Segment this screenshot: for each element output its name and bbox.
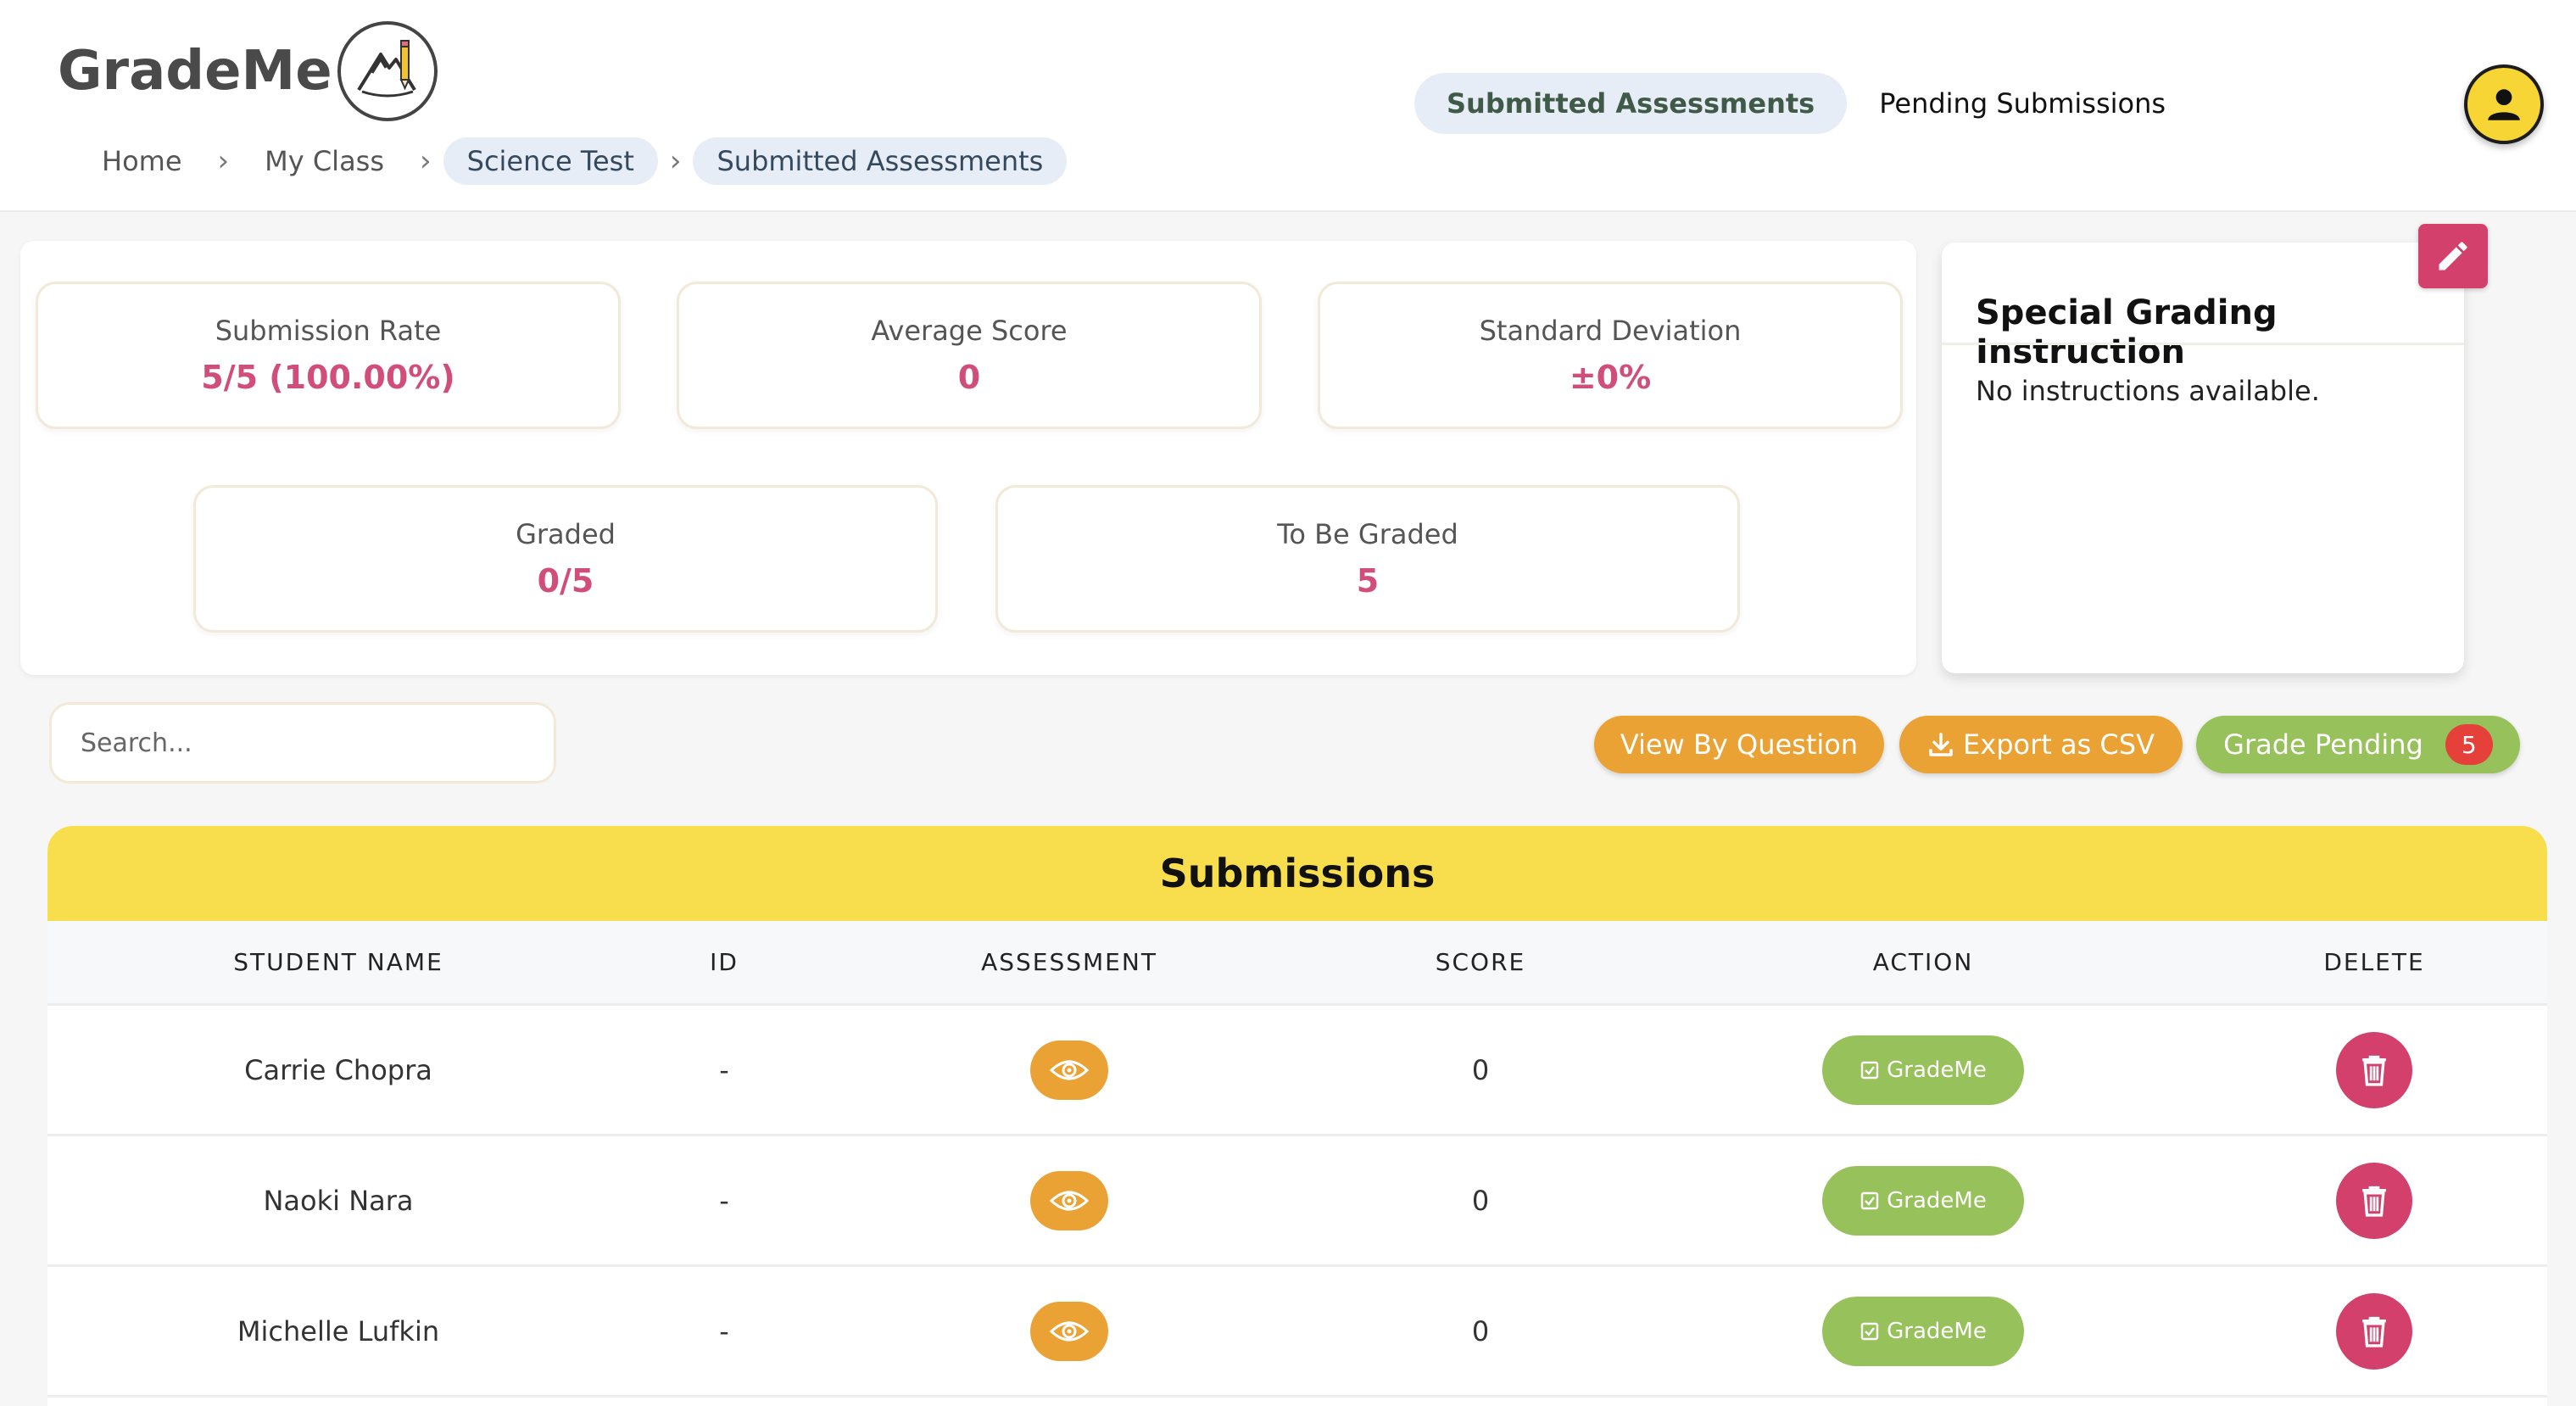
score: 0 — [1471, 1314, 1490, 1347]
stat-value: 0 — [957, 359, 981, 396]
user-avatar-button[interactable] — [2464, 64, 2544, 144]
export-csv-label: Export as CSV — [1963, 728, 2155, 761]
app-logo[interactable]: GradeMe — [58, 20, 438, 122]
col-id[interactable]: ID — [629, 948, 819, 976]
action-cell: GradeMe — [1642, 1165, 2205, 1236]
col-assessment[interactable]: ASSESSMENT — [819, 948, 1319, 976]
app-header: GradeMe Home › My Class › Science Test ›… — [0, 0, 2576, 212]
grademe-button[interactable]: GradeMe — [1822, 1165, 2024, 1236]
stat-label: Submission Rate — [215, 315, 442, 347]
checkbox-icon — [1860, 1061, 1879, 1079]
chevron-right-icon: › — [217, 144, 230, 178]
grademe-button[interactable]: GradeMe — [1822, 1035, 2024, 1105]
eye-icon — [1049, 1321, 1090, 1341]
col-score[interactable]: SCORE — [1319, 948, 1642, 976]
stat-submission-rate: Submission Rate 5/5 (100.00%) — [36, 282, 621, 429]
action-cell: GradeMe — [1642, 1296, 2205, 1366]
table-row: Carrie Chopra - 0 GradeMe — [47, 1006, 2547, 1136]
submissions-table: Submissions STUDENT NAME ID ASSESSMENT S… — [47, 826, 2547, 1406]
download-icon — [1929, 733, 1953, 756]
score: 0 — [1471, 1053, 1490, 1086]
stat-label: Standard Deviation — [1479, 315, 1742, 347]
assessment-cell — [819, 1170, 1319, 1230]
nav-tabs: Submitted Assessments Pending Submission… — [1414, 73, 2198, 134]
tab-pending-submissions[interactable]: Pending Submissions — [1847, 73, 2198, 134]
delete-cell — [2205, 1162, 2544, 1239]
trash-icon — [2362, 1316, 2386, 1347]
user-icon — [2488, 89, 2520, 120]
stat-average-score: Average Score 0 — [677, 282, 1262, 429]
delete-button[interactable] — [2336, 1031, 2412, 1108]
view-by-question-button[interactable]: View By Question — [1594, 716, 1884, 773]
stat-label: Average Score — [871, 315, 1068, 347]
col-student-name[interactable]: STUDENT NAME — [47, 948, 629, 976]
export-csv-button[interactable]: Export as CSV — [1899, 716, 2183, 773]
instructions-title: Special Grading Instruction — [1976, 293, 2278, 371]
delete-cell — [2205, 1031, 2544, 1108]
stats-panel: Submission Rate 5/5 (100.00%) Average Sc… — [20, 241, 1916, 675]
view-by-question-label: View By Question — [1620, 728, 1859, 761]
grademe-button[interactable]: GradeMe — [1822, 1296, 2024, 1366]
view-assessment-button[interactable] — [1030, 1040, 1108, 1100]
logo-text: GradeMe — [58, 40, 332, 103]
stat-value: ±0% — [1569, 359, 1652, 396]
trash-icon — [2362, 1186, 2386, 1217]
student-id: - — [719, 1053, 729, 1086]
grading-instructions-panel: Special Grading Instruction No instructi… — [1942, 243, 2464, 673]
breadcrumb-my-class[interactable]: My Class — [241, 137, 408, 185]
table-header: STUDENT NAME ID ASSESSMENT SCORE ACTION … — [47, 921, 2547, 1006]
stat-standard-deviation: Standard Deviation ±0% — [1318, 282, 1903, 429]
view-assessment-button[interactable] — [1030, 1170, 1108, 1230]
col-delete: DELETE — [2323, 948, 2425, 976]
breadcrumb-submitted-assessments[interactable]: Submitted Assessments — [693, 137, 1068, 185]
stat-to-be-graded: To Be Graded 5 — [995, 485, 1740, 633]
grade-pending-label: Grade Pending — [2223, 728, 2423, 761]
trash-icon — [2362, 1055, 2386, 1086]
stat-graded: Graded 0/5 — [193, 485, 938, 633]
student-name: Carrie Chopra — [244, 1053, 432, 1086]
tab-submitted-assessments[interactable]: Submitted Assessments — [1414, 73, 1848, 134]
score: 0 — [1471, 1184, 1490, 1217]
stat-label: To Be Graded — [1277, 518, 1458, 550]
stat-value: 5/5 (100.00%) — [201, 359, 455, 396]
delete-cell — [2205, 1292, 2544, 1370]
chevron-right-icon: › — [669, 144, 682, 178]
assessment-cell — [819, 1301, 1319, 1361]
edit-instructions-button[interactable] — [2418, 224, 2488, 288]
grademe-label: GradeMe — [1887, 1187, 1987, 1214]
pencil-icon — [2439, 242, 2467, 271]
checkbox-icon — [1860, 1322, 1879, 1340]
stat-label: Graded — [516, 518, 616, 550]
grademe-label: GradeMe — [1887, 1057, 1987, 1083]
student-name: Michelle Lufkin — [237, 1314, 440, 1347]
breadcrumb-science-test[interactable]: Science Test — [443, 137, 658, 185]
pencil-mountain-icon — [337, 21, 438, 121]
col-action: ACTION — [1872, 948, 1974, 976]
eye-icon — [1049, 1060, 1090, 1080]
breadcrumb: Home › My Class › Science Test › Submitt… — [78, 137, 1068, 185]
eye-icon — [1049, 1191, 1090, 1210]
student-id: - — [719, 1184, 729, 1217]
instructions-text: No instructions available. — [1976, 375, 2320, 407]
delete-button[interactable] — [2336, 1162, 2412, 1239]
table-title: Submissions — [47, 826, 2547, 921]
delete-button[interactable] — [2336, 1292, 2412, 1370]
chevron-right-icon: › — [420, 144, 432, 178]
student-name: Naoki Nara — [263, 1184, 414, 1217]
search-input[interactable] — [49, 702, 556, 784]
action-cell: GradeMe — [1642, 1035, 2205, 1105]
checkbox-icon — [1860, 1191, 1879, 1209]
grademe-label: GradeMe — [1887, 1318, 1987, 1344]
pending-count-badge: 5 — [2445, 724, 2493, 765]
instructions-divider — [1942, 343, 2464, 345]
stat-value: 5 — [1356, 562, 1380, 600]
table-row: Naoki Nara - 0 GradeMe — [47, 1136, 2547, 1267]
student-id: - — [719, 1314, 729, 1347]
view-assessment-button[interactable] — [1030, 1301, 1108, 1361]
grade-pending-button[interactable]: Grade Pending 5 — [2196, 716, 2520, 773]
assessment-cell — [819, 1040, 1319, 1100]
breadcrumb-home[interactable]: Home — [78, 137, 206, 185]
stat-value: 0/5 — [537, 562, 594, 600]
table-row: Michelle Lufkin - 0 GradeMe — [47, 1267, 2547, 1398]
